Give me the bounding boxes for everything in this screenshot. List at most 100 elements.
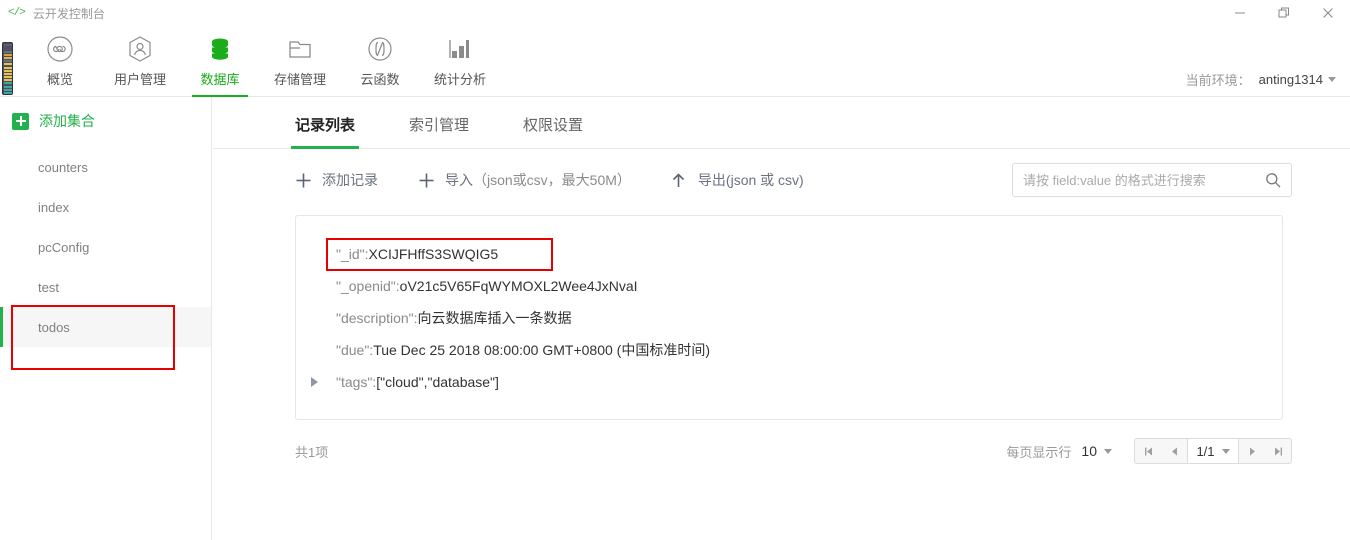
top-navigation: 概览 用户管理 数据库 存储管理 云函数 统计分析 当前环境： anting13…: [0, 26, 1350, 97]
current-page-value: 1/1: [1196, 443, 1215, 459]
collection-name: counters: [38, 159, 88, 175]
main-content: 记录列表 索引管理 权限设置 添加记录 导入 （json或csv，最大50M） …: [213, 97, 1350, 540]
nav-label: 用户管理: [113, 72, 166, 87]
field-value: oV21c5V65FqWYMOXL2Wee4JxNvaI: [399, 278, 638, 294]
tab-record-list[interactable]: 记录列表: [290, 114, 360, 149]
window-controls: [1218, 0, 1350, 26]
record-field-list: "_id": XCIJFHffS3SWQIG5 "_openid": oV21c…: [296, 216, 1282, 398]
tab-permission-settings[interactable]: 权限设置: [521, 114, 585, 148]
field-key: "tags":: [336, 374, 377, 390]
folder-icon: [285, 33, 315, 65]
upload-icon: [669, 170, 689, 190]
prev-page-button[interactable]: [1161, 439, 1187, 463]
collection-item-todos[interactable]: todos: [0, 307, 211, 347]
environment-label: 当前环境：: [1185, 73, 1251, 88]
field-value: Tue Dec 25 2018 08:00:00 GMT+0800 (中国标准时…: [373, 342, 710, 358]
field-value: XCIJFHffS3SWQIG5: [368, 246, 499, 262]
environment-selector[interactable]: 当前环境： anting1314: [1186, 70, 1336, 89]
bar-chart-icon: [445, 33, 475, 65]
app-window: </> 云开发控制台 概览 用户管理 数据库 存储管理 云函数 统计分析 当前环…: [0, 0, 1350, 540]
field-key: "_openid":: [336, 278, 400, 294]
nav-item-user-management[interactable]: 用户管理: [100, 26, 180, 97]
import-button[interactable]: 导入 （json或csv，最大50M）: [416, 170, 631, 190]
collection-item-pcconfig[interactable]: pcConfig: [0, 227, 211, 267]
chevron-down-icon: [1104, 448, 1112, 454]
pagination: 每页显示行 10 1/1: [1006, 431, 1292, 471]
last-page-button[interactable]: [1265, 439, 1291, 463]
tab-index-management[interactable]: 索引管理: [407, 114, 471, 148]
import-hint: （json或csv，最大50M）: [473, 172, 631, 188]
import-label: 导入: [445, 172, 473, 188]
collection-name: pcConfig: [38, 239, 90, 255]
maximize-button[interactable]: [1262, 0, 1306, 26]
plus-icon: [416, 170, 436, 190]
next-page-button[interactable]: [1239, 439, 1265, 463]
content-tabs: 记录列表 索引管理 权限设置: [213, 97, 1350, 149]
page-size-label: 每页显示行: [1006, 444, 1072, 460]
tab-label: 记录列表: [295, 117, 356, 134]
add-record-label: 添加记录: [322, 172, 378, 188]
field-key: "_id":: [336, 246, 369, 262]
search-box[interactable]: [1012, 163, 1292, 197]
chevron-down-icon: [1328, 77, 1336, 82]
nav-label: 数据库: [200, 72, 240, 87]
triangle-right-icon[interactable]: [311, 377, 318, 387]
collection-name: test: [38, 279, 59, 295]
nav-label: 概览: [46, 72, 73, 87]
export-label: 导出(json 或 csv): [697, 172, 804, 188]
cloud-function-icon: [365, 33, 395, 65]
nav-label: 存储管理: [273, 72, 326, 87]
search-icon[interactable]: [1265, 172, 1281, 188]
pagination-controls: 1/1: [1134, 438, 1292, 464]
total-count-text: 共1项: [295, 444, 329, 460]
nav-item-overview[interactable]: 概览: [20, 26, 100, 97]
nav-item-storage[interactable]: 存储管理: [260, 26, 340, 97]
record-field-tags[interactable]: "tags": ["cloud","database"]: [311, 366, 1282, 398]
records-footer: 共1项 每页显示行 10 1/1: [213, 431, 1350, 471]
plus-icon: [293, 170, 313, 190]
add-collection-button[interactable]: 添加集合: [0, 97, 211, 145]
field-value: ["cloud","database"]: [376, 374, 499, 390]
collection-item-index[interactable]: index: [0, 187, 211, 227]
minimize-button[interactable]: [1218, 0, 1262, 26]
close-button[interactable]: [1306, 0, 1350, 26]
records-toolbar: 添加记录 导入 （json或csv，最大50M） 导出(json 或 csv) …: [213, 149, 1350, 211]
field-key: "due":: [336, 342, 374, 358]
nav-item-cloud-function[interactable]: 云函数: [340, 26, 420, 97]
page-size-select[interactable]: 10: [1081, 443, 1112, 459]
sidebar-scroll-indicator[interactable]: [2, 42, 13, 95]
tab-label: 索引管理: [409, 117, 470, 134]
add-record-button[interactable]: 添加记录: [293, 170, 378, 190]
record-card: "_id": XCIJFHffS3SWQIG5 "_openid": oV21c…: [295, 215, 1283, 420]
collection-item-test[interactable]: test: [0, 267, 211, 307]
database-icon: [205, 33, 235, 65]
collection-name: index: [38, 199, 70, 215]
page-size-value: 10: [1081, 443, 1097, 459]
plus-square-icon: [12, 112, 29, 130]
search-input[interactable]: [1023, 172, 1265, 188]
chevron-down-icon: [1221, 448, 1230, 454]
field-key: "description":: [336, 310, 418, 326]
infinity-icon: [45, 33, 75, 65]
field-value: 向云数据库插入一条数据: [417, 310, 572, 326]
collection-name: todos: [38, 319, 70, 335]
record-field-description[interactable]: "description": 向云数据库插入一条数据: [336, 302, 1282, 334]
record-field-openid[interactable]: "_openid": oV21c5V65FqWYMOXL2Wee4JxNvaI: [336, 270, 1282, 302]
collection-item-counters[interactable]: counters: [0, 147, 211, 187]
top-nav-items: 概览 用户管理 数据库 存储管理 云函数 统计分析: [20, 26, 500, 97]
window-title: 云开发控制台: [32, 6, 105, 21]
nav-item-database[interactable]: 数据库: [180, 26, 260, 97]
collections-sidebar: 添加集合 counters index pcConfig test todos: [0, 97, 212, 540]
first-page-button[interactable]: [1135, 439, 1161, 463]
export-button[interactable]: 导出(json 或 csv): [669, 170, 804, 190]
record-field-id[interactable]: "_id": XCIJFHffS3SWQIG5: [336, 238, 1282, 270]
current-page-select[interactable]: 1/1: [1187, 439, 1239, 463]
window-titlebar: </> 云开发控制台: [0, 0, 1350, 26]
record-field-due[interactable]: "due": Tue Dec 25 2018 08:00:00 GMT+0800…: [336, 334, 1282, 366]
nav-item-analytics[interactable]: 统计分析: [420, 26, 500, 97]
user-hexagon-icon: [125, 33, 155, 65]
collection-list: counters index pcConfig test todos: [0, 147, 211, 347]
environment-value: anting1314: [1258, 72, 1323, 87]
add-collection-label: 添加集合: [39, 113, 95, 129]
nav-label: 云函数: [360, 72, 400, 87]
